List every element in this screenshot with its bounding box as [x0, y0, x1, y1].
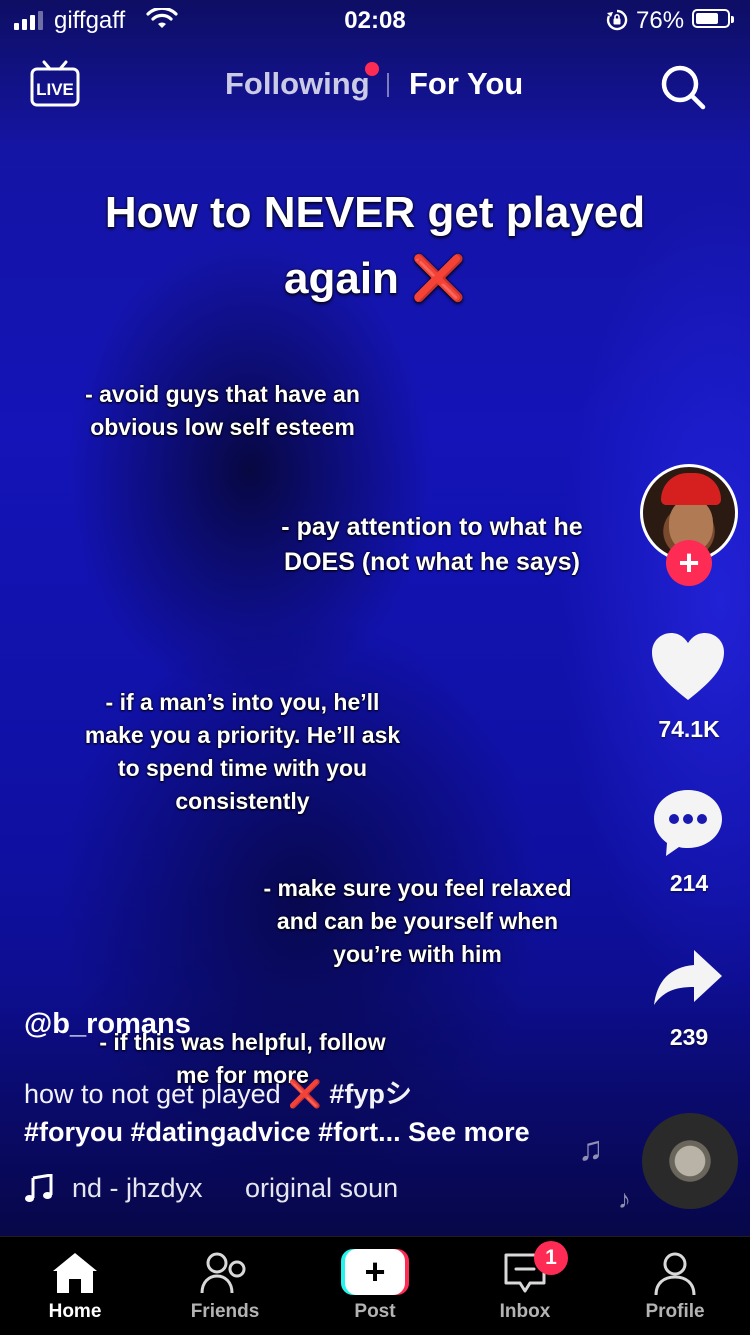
home-icon	[53, 1253, 97, 1293]
video-description[interactable]: how to not get played ❌ #fypシ	[24, 1072, 412, 1111]
nav-inbox[interactable]: 1 Inbox	[450, 1237, 600, 1335]
battery-percent: 76%	[636, 7, 685, 34]
headline-line-1: How to NEVER get played	[104, 188, 646, 237]
share-count: 239	[669, 1024, 709, 1050]
floating-music-note-icon: ♫	[578, 1130, 604, 1168]
hashtag-line[interactable]: #foryou #datingadvice #fort... See more	[24, 1117, 530, 1148]
plus-icon: +	[345, 1249, 405, 1295]
video-headline: How to NEVER get played again ❌	[60, 180, 690, 312]
share-icon[interactable]	[652, 948, 724, 1006]
creator-username[interactable]: @b_romans	[24, 1008, 191, 1041]
like-count: 74.1K	[658, 716, 720, 742]
battery-icon	[692, 9, 734, 28]
inbox-badge: 1	[534, 1241, 568, 1275]
comment-icon[interactable]	[652, 788, 724, 858]
comment-count: 214	[669, 870, 709, 896]
profile-icon	[654, 1252, 696, 1296]
tab-following[interactable]: Following	[225, 66, 370, 102]
live-label: LIVE	[36, 80, 74, 99]
see-more-link[interactable]: See more	[408, 1117, 530, 1147]
heart-icon[interactable]	[650, 632, 726, 702]
post-button[interactable]: +	[341, 1249, 409, 1295]
nav-home[interactable]: Home	[0, 1237, 150, 1335]
live-icon[interactable]: LIVE	[28, 58, 82, 110]
music-scroll-text-1[interactable]: nd - jhzdyx	[72, 1173, 203, 1204]
tip-4: - make sure you feel relaxed and can be y…	[263, 875, 572, 967]
nav-profile[interactable]: Profile	[600, 1237, 750, 1335]
friends-icon	[200, 1252, 246, 1294]
cross-mark-icon: ❌	[411, 254, 466, 303]
music-note-icon	[25, 1174, 53, 1202]
search-icon[interactable]	[658, 62, 708, 112]
tip-1: - avoid guys that have an obvious low sel…	[85, 381, 360, 440]
nav-friends[interactable]: Friends	[150, 1237, 300, 1335]
nav-post[interactable]: + Post	[300, 1237, 450, 1335]
floating-music-note-icon: ♪	[618, 1184, 631, 1214]
hashtags[interactable]: #foryou #datingadvice #fort...	[24, 1117, 401, 1147]
follow-plus-button[interactable]: +	[666, 540, 712, 586]
following-notification-dot	[365, 62, 379, 76]
bottom-nav: Home Friends + Post 1 Inbox Profile	[0, 1236, 750, 1335]
orientation-lock-icon	[606, 9, 628, 31]
tip-2: - pay attention to what he DOES (not what…	[281, 513, 583, 576]
status-bar: giffgaff 02:08 76%	[0, 0, 750, 44]
tip-3: - if a man’s into you, he’ll make you a p…	[84, 689, 401, 814]
music-disc[interactable]	[642, 1113, 738, 1209]
tab-divider	[387, 73, 389, 97]
tab-for-you[interactable]: For You	[409, 66, 523, 102]
cross-mark-icon: ❌	[288, 1079, 322, 1109]
headline-line-2: again ❌	[284, 254, 466, 303]
music-scroll-text-2[interactable]: original soun	[245, 1173, 398, 1204]
hashtag-fyp[interactable]: #fypシ	[329, 1079, 412, 1109]
